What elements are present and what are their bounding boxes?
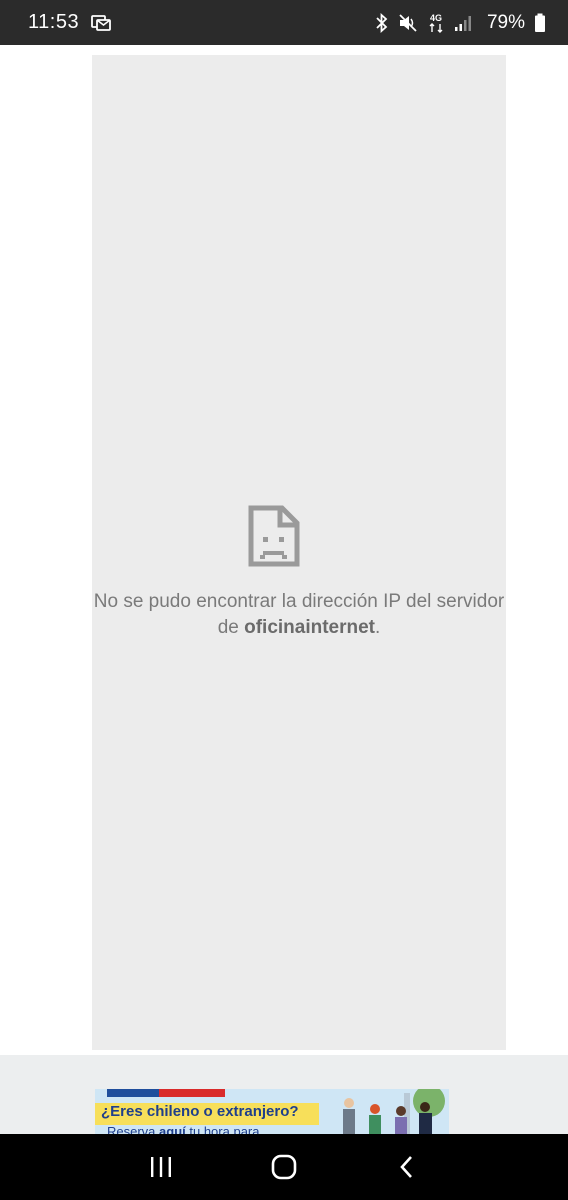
- battery-icon: [534, 13, 546, 33]
- banner-subtitle-bold: aquí: [159, 1124, 186, 1134]
- banner-stripe-blue: [107, 1089, 159, 1097]
- banner-subtitle: Reserva aquí tu hora para: [107, 1124, 259, 1134]
- message-icon: [91, 14, 111, 32]
- embedded-frame-error: No se pudo encontrar la dirección IP del…: [92, 55, 506, 1050]
- back-icon: [399, 1156, 412, 1178]
- broken-page-icon: [248, 505, 300, 567]
- mute-icon: [398, 13, 418, 33]
- banner-stripe-red: [159, 1089, 225, 1097]
- banner-subtitle-end: tu hora para: [185, 1124, 260, 1134]
- promo-banner[interactable]: ¿Eres chileno o extranjero? Reserva aquí…: [95, 1089, 449, 1134]
- home-icon: [271, 1154, 297, 1180]
- recent-apps-icon: [151, 1157, 172, 1177]
- battery-percent: 79%: [486, 11, 525, 33]
- status-left: 11:53: [28, 11, 111, 34]
- bluetooth-icon: [375, 12, 389, 33]
- page-lower-section: ¿Eres chileno o extranjero? Reserva aquí…: [0, 1055, 568, 1134]
- error-message-end: .: [375, 617, 381, 638]
- banner-people-illustration: [343, 1089, 445, 1134]
- back-button[interactable]: [387, 1147, 427, 1187]
- network-type-label: 4G: [430, 13, 442, 23]
- clock: 11:53: [28, 11, 80, 33]
- error-message: No se pudo encontrar la dirección IP del…: [92, 589, 506, 641]
- home-button[interactable]: [264, 1147, 304, 1187]
- navigation-bar: [0, 1134, 568, 1200]
- banner-subtitle-start: Reserva: [107, 1124, 160, 1134]
- signal-icon: [454, 14, 472, 32]
- 4g-data-icon: 4G: [427, 12, 445, 34]
- status-bar: 11:53 4G 79%: [0, 0, 568, 45]
- web-content: No se pudo encontrar la dirección IP del…: [0, 45, 568, 1055]
- status-right: 4G 79%: [375, 12, 546, 34]
- recent-apps-button[interactable]: [141, 1147, 181, 1187]
- banner-title: ¿Eres chileno o extranjero?: [101, 1103, 299, 1120]
- error-host: oficinainternet: [244, 617, 376, 638]
